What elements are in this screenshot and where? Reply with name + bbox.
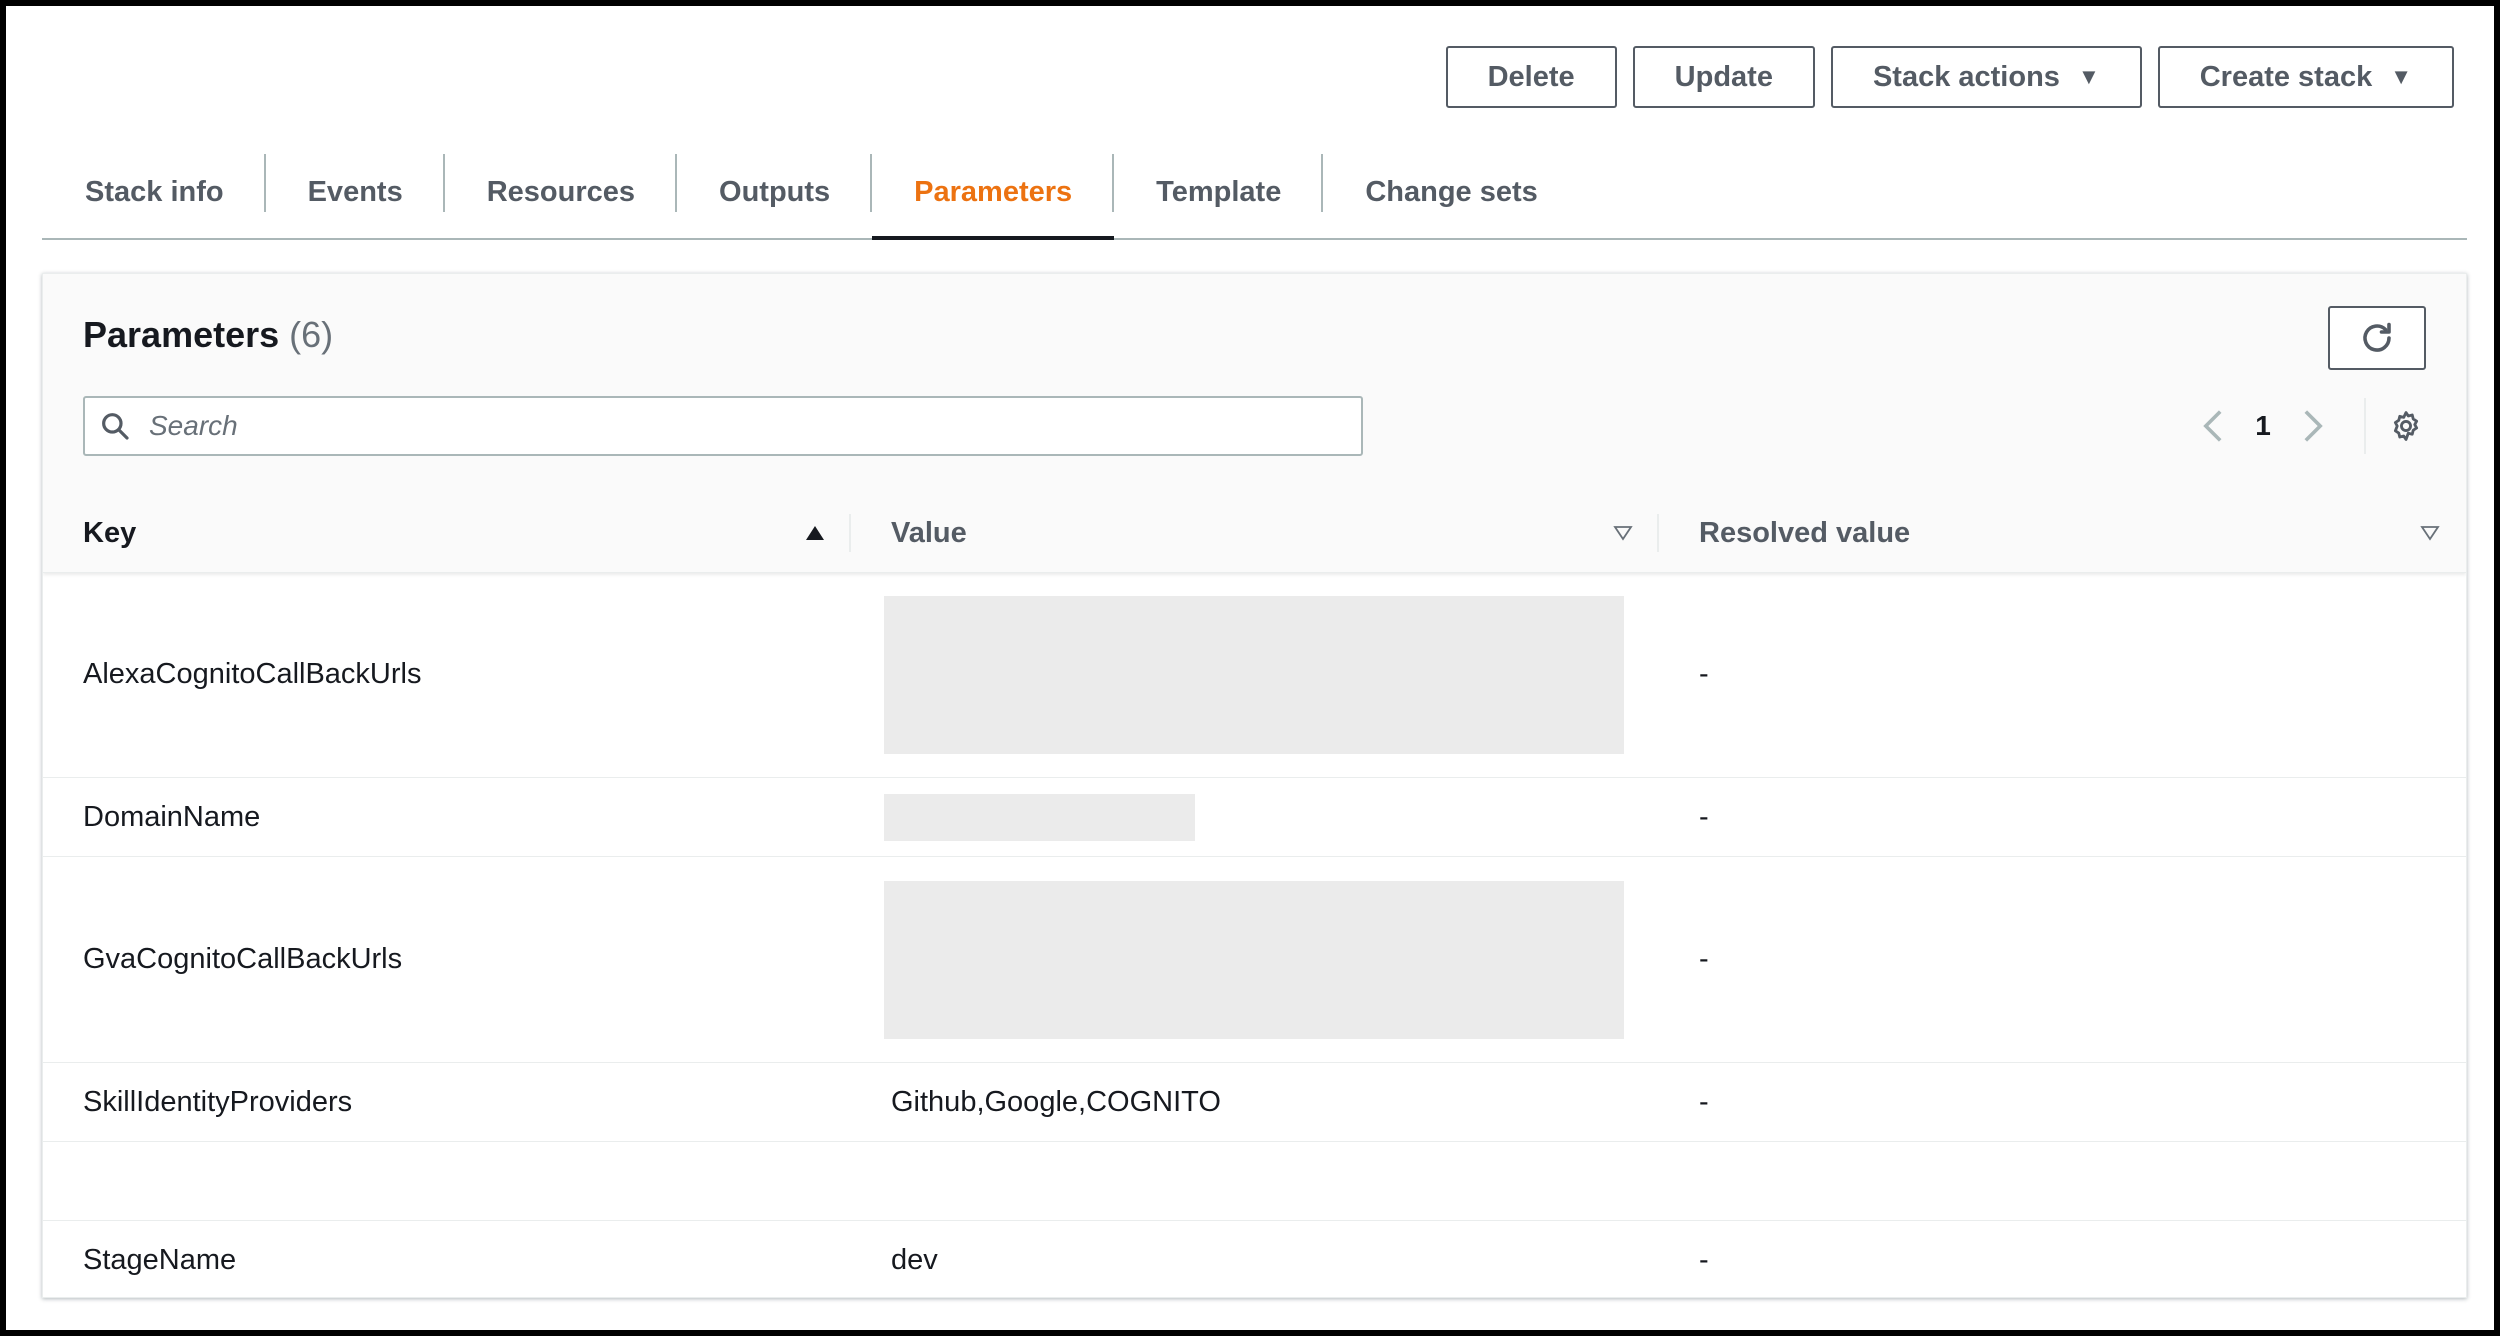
table-row: SkillIdentityProviders Github,Google,COG… bbox=[43, 1063, 2466, 1142]
search-box bbox=[83, 396, 1363, 456]
caret-down-icon: ▼ bbox=[2390, 64, 2412, 89]
parameter-key: SkillIdentityProviders bbox=[83, 1085, 353, 1118]
tab-label: Template bbox=[1156, 175, 1282, 208]
tab-label: Events bbox=[307, 175, 403, 208]
chevron-right-icon bbox=[2304, 410, 2323, 442]
resolved-value: - bbox=[1699, 658, 1709, 690]
table-row: AlexaCognitoCallBackUrls - bbox=[43, 572, 2466, 778]
stack-actions-dropdown[interactable]: Stack actions ▼ bbox=[1830, 46, 2142, 108]
resolved-value: - bbox=[1699, 800, 1709, 833]
current-page-number[interactable]: 1 bbox=[2240, 410, 2286, 442]
refresh-button[interactable] bbox=[2328, 306, 2426, 370]
tab-parameters[interactable]: Parameters bbox=[872, 146, 1115, 240]
next-page-button[interactable] bbox=[2286, 400, 2340, 452]
parameter-key bbox=[43, 1142, 851, 1220]
parameter-value: dev bbox=[891, 1243, 938, 1276]
parameter-key: StageName bbox=[83, 1243, 237, 1276]
update-button[interactable]: Update bbox=[1632, 46, 1815, 108]
table-header: Key Value Resolved value bbox=[43, 494, 2466, 573]
stack-action-bar: Delete Update Stack actions ▼ Create sta… bbox=[1445, 46, 2454, 108]
resolved-value: - bbox=[1699, 1243, 1709, 1276]
sort-indicator-icon bbox=[1611, 521, 1635, 545]
column-header-key[interactable]: Key bbox=[43, 494, 851, 572]
tab-label: Stack info bbox=[85, 175, 224, 208]
column-header-value[interactable]: Value bbox=[851, 494, 1659, 572]
tab-change-sets[interactable]: Change sets bbox=[1323, 146, 1579, 238]
tab-resources[interactable]: Resources bbox=[445, 146, 678, 238]
window-frame: Delete Update Stack actions ▼ Create sta… bbox=[0, 0, 2500, 1336]
column-header-label: Key bbox=[83, 516, 137, 549]
resolved-value: - bbox=[1699, 1085, 1709, 1118]
column-header-label: Resolved value bbox=[1699, 516, 1911, 549]
resolved-value: - bbox=[1699, 943, 1709, 975]
stack-tabs: Stack info Events Resources Outputs Para… bbox=[42, 146, 2467, 240]
panel-title-text: Parameters bbox=[83, 314, 280, 355]
parameter-key: AlexaCognitoCallBackUrls bbox=[83, 658, 422, 690]
previous-page-button[interactable] bbox=[2186, 400, 2240, 452]
tab-stack-info[interactable]: Stack info bbox=[42, 146, 266, 238]
pager-divider bbox=[2364, 398, 2366, 454]
parameter-value bbox=[851, 778, 1659, 856]
active-tab-underline bbox=[872, 236, 1115, 240]
parameter-value bbox=[851, 572, 1659, 777]
resolved-value bbox=[1659, 1142, 2466, 1220]
refresh-icon bbox=[2363, 322, 2391, 352]
caret-down-icon: ▼ bbox=[2077, 64, 2100, 89]
sort-indicator-icon bbox=[2418, 521, 2442, 545]
parameters-panel: Parameters (6) Search 1 Key Value Resolv… bbox=[42, 273, 2467, 1298]
search-input[interactable] bbox=[147, 409, 1361, 443]
update-button-label: Update bbox=[1674, 60, 1773, 93]
table-body: AlexaCognitoCallBackUrls - DomainName - … bbox=[43, 572, 2466, 1297]
tab-label: Parameters bbox=[914, 175, 1073, 208]
tab-template[interactable]: Template bbox=[1114, 146, 1324, 238]
table-row bbox=[43, 1142, 2466, 1221]
create-stack-label: Create stack bbox=[2199, 60, 2373, 93]
table-row: GvaCognitoCallBackUrls - bbox=[43, 857, 2466, 1063]
parameter-value bbox=[851, 1142, 1659, 1220]
parameter-value bbox=[851, 857, 1659, 1062]
table-row: DomainName - bbox=[43, 778, 2466, 857]
tab-events[interactable]: Events bbox=[266, 146, 445, 238]
parameter-key: DomainName bbox=[83, 800, 261, 833]
delete-button[interactable]: Delete bbox=[1445, 46, 1617, 108]
tab-outputs[interactable]: Outputs bbox=[677, 146, 873, 238]
tab-label: Resources bbox=[486, 175, 636, 208]
sort-ascending-icon bbox=[803, 521, 827, 545]
parameter-key: GvaCognitoCallBackUrls bbox=[83, 943, 403, 975]
chevron-left-icon bbox=[2203, 410, 2222, 442]
table-row: StageName dev - bbox=[43, 1221, 2466, 1297]
gear-icon bbox=[2393, 411, 2419, 441]
redacted-value bbox=[884, 595, 1624, 754]
tab-label: Change sets bbox=[1365, 175, 1538, 208]
parameter-count: (6) bbox=[289, 314, 334, 355]
redacted-value bbox=[884, 880, 1624, 1039]
create-stack-dropdown[interactable]: Create stack ▼ bbox=[2157, 46, 2454, 108]
parameter-value: Github,Google,COGNITO bbox=[891, 1085, 1221, 1118]
stack-actions-label: Stack actions bbox=[1872, 60, 2060, 93]
preferences-button[interactable] bbox=[2386, 406, 2426, 446]
search-icon bbox=[99, 410, 139, 442]
redacted-value bbox=[884, 793, 1195, 841]
column-header-label: Value bbox=[891, 516, 967, 549]
column-header-resolved-value[interactable]: Resolved value bbox=[1659, 494, 2466, 572]
delete-button-label: Delete bbox=[1487, 60, 1575, 93]
panel-title: Parameters (6) bbox=[83, 314, 333, 356]
tab-label: Outputs bbox=[719, 175, 831, 208]
pagination: 1 bbox=[2186, 398, 2426, 454]
panel-header: Parameters (6) Search 1 bbox=[43, 274, 2466, 495]
